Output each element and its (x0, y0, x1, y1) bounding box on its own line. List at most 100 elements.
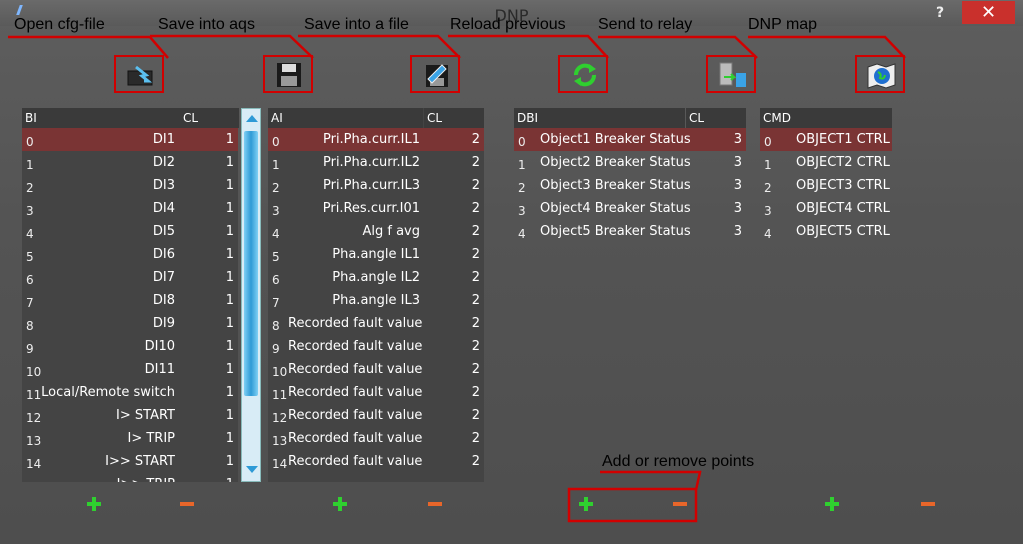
ai-table-row[interactable]: 5 Pha.angle IL1 2 (268, 243, 484, 266)
scroll-down-icon[interactable] (246, 466, 258, 473)
bi-table-row[interactable]: 5 DI6 1 (22, 243, 238, 266)
bi-table-row[interactable]: 15I>> TRIP 1 (22, 473, 238, 482)
bi-remove-button[interactable] (179, 496, 195, 512)
ai-table-row[interactable]: 14 Recorded fault value 2 (268, 450, 484, 473)
ai-add-button[interactable] (332, 496, 348, 512)
bi-table-row[interactable]: 0 DI1 1 (22, 128, 238, 151)
ai-table-row[interactable]: 2 Pri.Pha.curr.IL3 2 (268, 174, 484, 197)
bi-row-cl: 1 (225, 339, 234, 354)
bi-table-row[interactable]: 7 DI8 1 (22, 289, 238, 312)
ai-table-row[interactable]: 8 Recorded fault value 2 (268, 312, 484, 335)
open-cfg-button[interactable] (114, 55, 164, 93)
scroll-up-icon[interactable] (246, 115, 258, 122)
bi-row-name: DI4 (152, 201, 175, 216)
ai-row-name: Pha.angle IL3 (332, 293, 420, 308)
bi-table-row[interactable]: 8 DI9 1 (22, 312, 238, 335)
bi-row-cl: 1 (225, 454, 234, 469)
dbi-cl-header: CL (686, 108, 746, 128)
ai-row-cl: 2 (471, 408, 480, 423)
dbi-table-row[interactable]: 1 Object2 Breaker Status 3 (514, 151, 746, 174)
dbi-table-row[interactable]: 4 Object5 Breaker Status 3 (514, 220, 746, 243)
ai-table-row[interactable]: 13 Recorded fault value 2 (268, 427, 484, 450)
annotation-save-aqs: Save into aqs (158, 16, 255, 33)
bi-row-name: I> START (116, 408, 175, 423)
dbi-row-cl: 3 (733, 155, 742, 170)
bi-row-cl: 1 (225, 247, 234, 262)
bi-table-row[interactable]: 4 DI5 1 (22, 220, 238, 243)
send-relay-button[interactable] (706, 55, 756, 93)
reload-button[interactable] (558, 55, 608, 93)
ai-row-cl: 2 (471, 224, 480, 239)
annotation-send-relay: Send to relay (598, 16, 693, 33)
bi-row-name: DI10 (144, 339, 175, 354)
bi-table-row[interactable]: 9 DI10 1 (22, 335, 238, 358)
ai-table-row[interactable]: 11 Recorded fault value 2 (268, 381, 484, 404)
ai-remove-button[interactable] (427, 496, 443, 512)
ai-table-row[interactable]: 9 Recorded fault value 2 (268, 335, 484, 358)
ai-table-row[interactable]: 12 Recorded fault value 2 (268, 404, 484, 427)
bi-row-cl: 1 (225, 362, 234, 377)
ai-row-name: Alg f avg (362, 224, 420, 239)
bi-scrollbar[interactable] (241, 108, 261, 482)
cmd-table: CMD 0 OBJECT1 CTRL 1 OBJECT2 CTRL 2 OBJECT3 C… (760, 108, 892, 482)
bi-row-cl: 1 (225, 155, 234, 170)
bi-row-name: I>> TRIP (40, 473, 175, 482)
cmd-row-name: OBJECT5 CTRL (796, 224, 890, 239)
bi-table-row[interactable]: 12 I> START 1 (22, 404, 238, 427)
ai-table-row[interactable]: 6 Pha.angle IL2 2 (268, 266, 484, 289)
ai-row-cl: 2 (471, 316, 480, 331)
bi-row-cl: 1 (225, 224, 234, 239)
bi-table-row[interactable]: 13 I> TRIP 1 (22, 427, 238, 450)
bi-table-row[interactable]: 6 DI7 1 (22, 266, 238, 289)
cmd-table-row[interactable]: 4 OBJECT5 CTRL (760, 220, 892, 243)
bi-row-cl: 1 (220, 473, 234, 482)
bi-table-row[interactable]: 1 DI2 1 (22, 151, 238, 174)
dbi-add-button[interactable] (578, 496, 594, 512)
bi-row-cl: 1 (225, 385, 234, 400)
scroll-thumb[interactable] (244, 131, 258, 396)
ai-table-row[interactable]: 7 Pha.angle IL3 2 (268, 289, 484, 312)
ai-table-row[interactable]: 4 Alg f avg 2 (268, 220, 484, 243)
cmd-table-row[interactable]: 3 OBJECT4 CTRL (760, 197, 892, 220)
bi-table-row[interactable]: 11 Local/Remote switch 1 (22, 381, 238, 404)
ai-table-row[interactable]: 0 Pri.Pha.curr.IL1 2 (268, 128, 484, 151)
cmd-table-row[interactable]: 0 OBJECT1 CTRL (760, 128, 892, 151)
ai-row-cl: 2 (471, 178, 480, 193)
ai-row-cl: 2 (471, 132, 480, 147)
cmd-add-button[interactable] (824, 496, 840, 512)
bi-row-name: I> TRIP (127, 431, 175, 446)
dnp-map-button[interactable] (855, 55, 905, 93)
dbi-table-row[interactable]: 2 Object3 Breaker Status 3 (514, 174, 746, 197)
bi-table-row[interactable]: 3 DI4 1 (22, 197, 238, 220)
ai-row-cl: 2 (471, 431, 480, 446)
cmd-row-name: OBJECT3 CTRL (796, 178, 890, 193)
annotation-open-cfg: Open cfg-file (14, 16, 105, 33)
dbi-row-cl: 3 (733, 224, 742, 239)
annotation-dnp-map: DNP map (748, 16, 818, 33)
dbi-remove-button[interactable] (672, 496, 688, 512)
dbi-table-row[interactable]: 0 Object1 Breaker Status 3 (514, 128, 746, 151)
save-aqs-button[interactable] (263, 55, 313, 93)
save-to-file-icon (426, 64, 448, 87)
dbi-row-name: Object4 Breaker Status (540, 201, 691, 216)
ai-table-row[interactable]: 3 Pri.Res.curr.I01 2 (268, 197, 484, 220)
cmd-row-name: OBJECT2 CTRL (796, 155, 890, 170)
ai-row-name: Recorded fault value (288, 431, 423, 446)
cmd-header: CMD (760, 108, 892, 128)
dbi-table-row[interactable]: 3 Object4 Breaker Status 3 (514, 197, 746, 220)
ai-table-row[interactable]: 10 Recorded fault value 2 (268, 358, 484, 381)
bi-add-button[interactable] (86, 496, 102, 512)
reload-arrows-icon (574, 63, 596, 87)
bi-table-row[interactable]: 2 DI3 1 (22, 174, 238, 197)
ai-table-row[interactable]: 1 Pri.Pha.curr.IL2 2 (268, 151, 484, 174)
bi-table-row[interactable]: 14 I>> START 1 (22, 450, 238, 473)
bi-table-row[interactable]: 10 DI11 1 (22, 358, 238, 381)
bi-row-cl: 1 (225, 408, 234, 423)
cmd-row-name: OBJECT4 CTRL (796, 201, 890, 216)
cmd-remove-button[interactable] (920, 496, 936, 512)
cmd-table-row[interactable]: 1 OBJECT2 CTRL (760, 151, 892, 174)
cmd-table-row[interactable]: 2 OBJECT3 CTRL (760, 174, 892, 197)
bi-row-name: DI7 (152, 270, 175, 285)
save-file-button[interactable] (410, 55, 460, 93)
dbi-row-name: Object1 Breaker Status (540, 132, 691, 147)
